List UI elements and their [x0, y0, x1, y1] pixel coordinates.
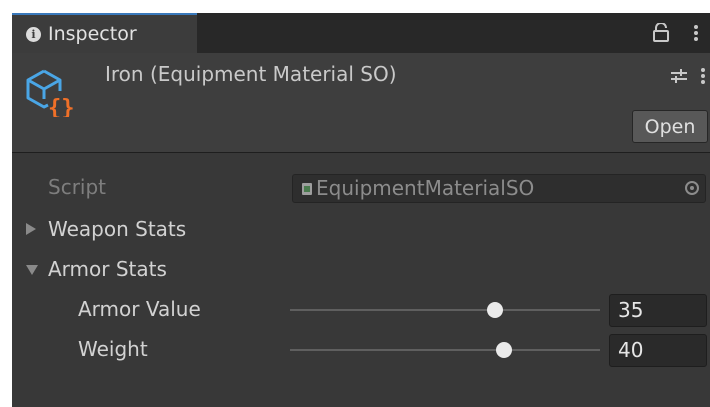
scriptable-object-icon: {}	[26, 69, 74, 117]
inspector-window: i Inspector {} Iron (Equipment Material …	[12, 13, 710, 407]
lock-icon[interactable]	[652, 23, 670, 43]
object-title: Iron (Equipment Material SO)	[105, 62, 397, 86]
inspector-header: {} Iron (Equipment Material SO) Open	[12, 53, 710, 153]
armor-value-label: Armor Value	[78, 297, 201, 321]
top-strip	[0, 0, 710, 13]
weapon-stats-label: Weapon Stats	[48, 217, 187, 241]
foldout-expanded-arrow-icon[interactable]	[26, 265, 38, 275]
svg-text:{}: {}	[48, 96, 74, 117]
script-object-field[interactable]: EquipmentMaterialSO	[292, 174, 706, 203]
tab-bar: i Inspector	[12, 13, 710, 53]
kebab-menu-icon[interactable]	[700, 67, 706, 85]
weight-input[interactable]: 40	[609, 334, 707, 367]
script-label: Script	[48, 175, 107, 199]
foldout-weapon-stats[interactable]: Weapon Stats	[12, 212, 710, 248]
open-button[interactable]: Open	[632, 110, 708, 143]
object-picker-icon[interactable]	[685, 181, 699, 195]
weight-label: Weight	[78, 337, 148, 361]
weight-slider[interactable]	[290, 342, 600, 358]
info-icon: i	[26, 27, 41, 42]
foldout-collapsed-arrow-icon[interactable]	[26, 223, 36, 235]
armor-value-slider[interactable]	[290, 302, 600, 318]
tab-menu-icon[interactable]	[692, 23, 700, 43]
tab-label: Inspector	[48, 23, 137, 45]
preset-settings-icon[interactable]	[670, 67, 688, 85]
armor-value-slider-thumb[interactable]	[486, 302, 503, 318]
armor-value-input[interactable]: 35	[609, 294, 707, 327]
script-asset-icon	[302, 183, 312, 195]
foldout-armor-stats[interactable]: Armor Stats	[12, 252, 710, 288]
armor-stats-label: Armor Stats	[48, 257, 167, 281]
script-value: EquipmentMaterialSO	[316, 176, 535, 200]
weight-slider-thumb[interactable]	[495, 342, 512, 358]
armor-value-row: Armor Value 35	[12, 292, 710, 328]
script-row: Script EquipmentMaterialSO	[12, 170, 710, 206]
weight-row: Weight 40	[12, 332, 710, 368]
tab-inspector[interactable]: i Inspector	[12, 13, 197, 53]
